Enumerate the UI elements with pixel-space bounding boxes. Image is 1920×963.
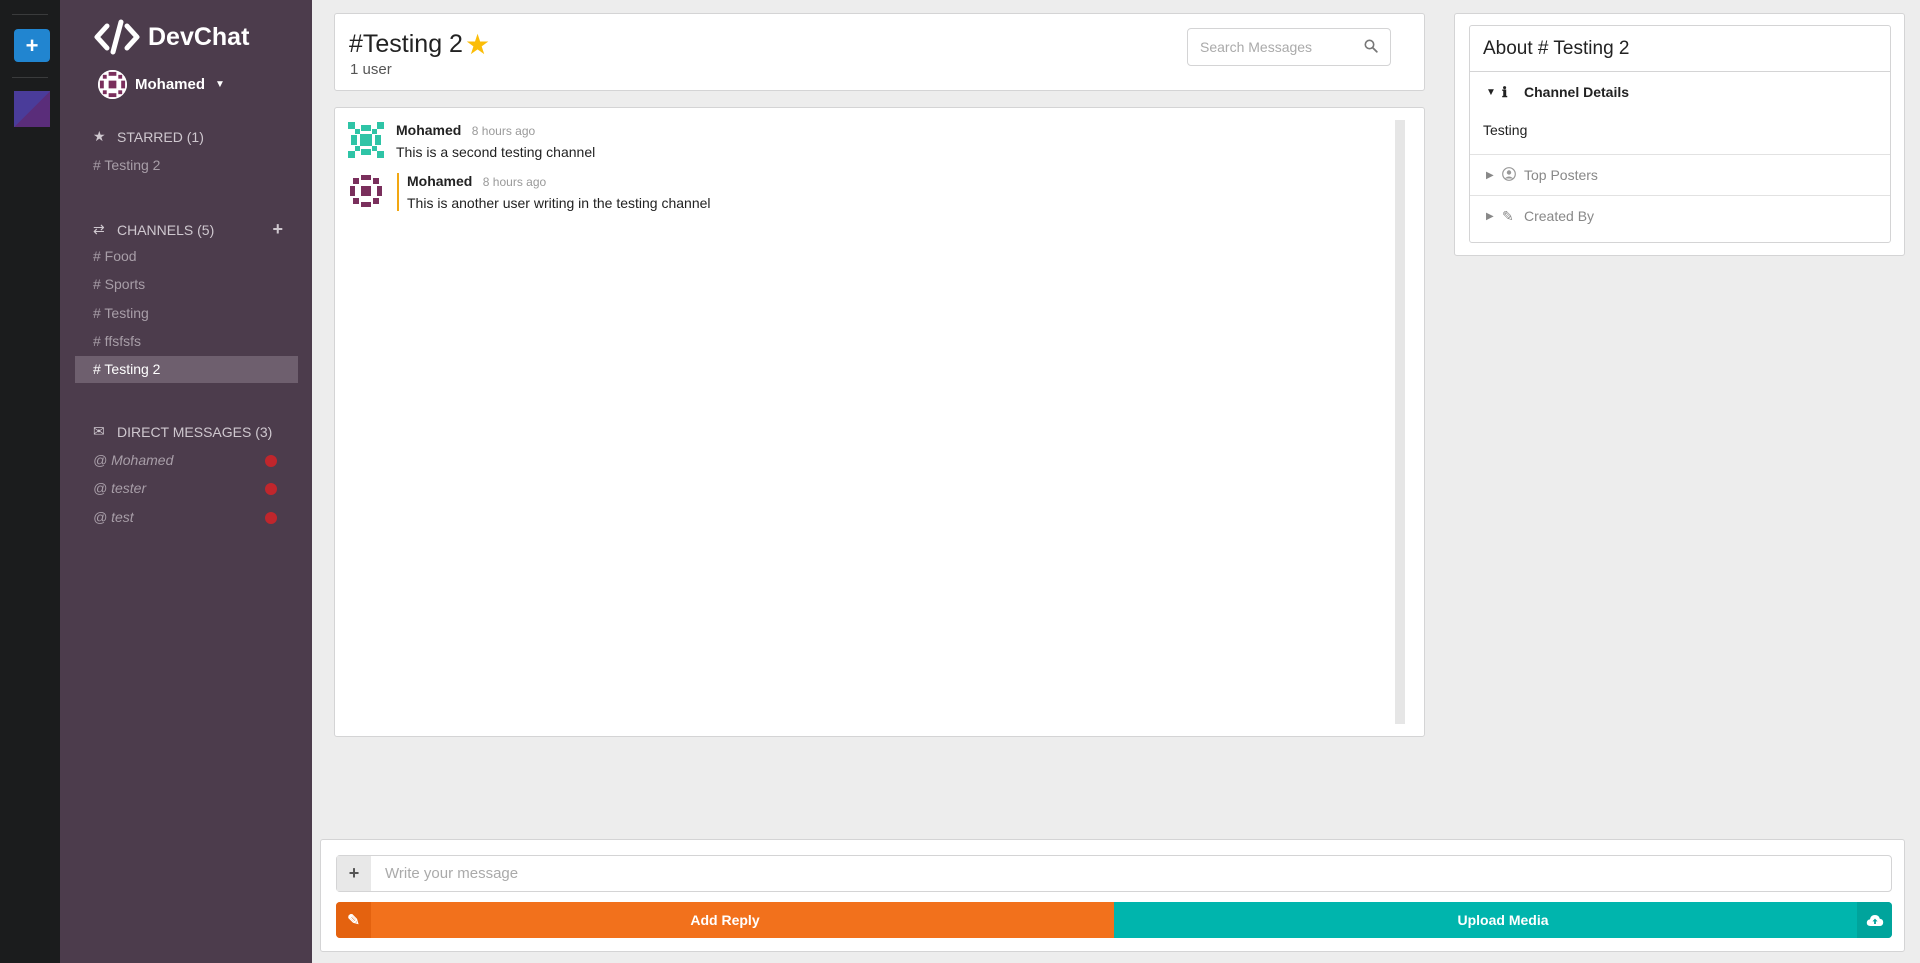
app-name: DevChat: [148, 22, 250, 51]
dm-item-tester[interactable]: @ tester: [75, 475, 298, 502]
created-by-section: ▶ ✎ Created By: [1470, 196, 1890, 236]
status-dot: [265, 455, 277, 467]
direct-messages-label: DIRECT MESSAGES (3): [117, 423, 273, 440]
cloud-upload-icon: [1857, 902, 1892, 938]
about-accordion: About # Testing 2 ▼ ℹ Channel Details Te…: [1469, 25, 1891, 243]
add-color-button[interactable]: +: [14, 29, 50, 62]
star-icon: ★: [93, 128, 106, 144]
search-icon: [1364, 39, 1378, 56]
add-icon[interactable]: +: [337, 856, 371, 891]
caret-down-icon: ▼: [1486, 86, 1496, 98]
info-icon: ℹ: [1502, 83, 1508, 100]
user-circle-icon: [1502, 166, 1520, 184]
section-label: Created By: [1524, 208, 1595, 224]
add-channel-icon[interactable]: +: [272, 219, 283, 240]
channel-item-label: # ffsfsfs: [93, 333, 141, 349]
status-dot: [265, 512, 277, 524]
channel-header: #Testing 2 ★ 1 user Search Messages: [334, 13, 1425, 91]
channel-item-label: # Testing: [93, 305, 149, 321]
add-reply-label: Add Reply: [690, 912, 760, 928]
channel-item-label: # Testing 2: [93, 361, 161, 377]
theme-swatch[interactable]: [14, 91, 50, 127]
about-title: About # Testing 2: [1470, 26, 1890, 72]
channels-header: ⇄ CHANNELS (5) +: [93, 219, 283, 240]
channel-details-section: ▼ ℹ Channel Details Testing: [1470, 72, 1890, 155]
status-dot: [265, 483, 277, 495]
message-text: This is a second testing channel: [396, 144, 596, 160]
user-name: Mohamed: [135, 76, 206, 93]
message-input[interactable]: + Write your message: [336, 855, 1892, 892]
direct-messages-header: ✉ DIRECT MESSAGES (3): [93, 423, 283, 440]
top-posters-toggle[interactable]: ▶ Top Posters: [1470, 155, 1890, 195]
rail-divider: [12, 77, 48, 78]
top-posters-section: ▶ Top Posters: [1470, 155, 1890, 196]
dm-item-test[interactable]: @ test: [75, 504, 298, 531]
channel-item-testing[interactable]: # Testing: [75, 300, 298, 327]
channel-item-label: # Sports: [93, 276, 146, 292]
rail-divider: [12, 14, 48, 15]
message-time: 8 hours ago: [482, 175, 547, 189]
mail-icon: ✉: [93, 423, 105, 439]
avatar: [98, 70, 127, 99]
message-author: Mohamed: [396, 122, 462, 138]
caret-down-icon: ▼: [215, 79, 225, 90]
avatar: [348, 173, 384, 209]
message-time: 8 hours ago: [471, 124, 536, 138]
caret-right-icon: ▶: [1486, 210, 1494, 222]
channel-details-toggle[interactable]: ▼ ℹ Channel Details: [1470, 72, 1890, 112]
channel-item-testing-2[interactable]: # Testing 2: [75, 356, 298, 383]
code-icon: [94, 19, 140, 55]
channels-label: CHANNELS (5): [117, 221, 215, 238]
user-dropdown[interactable]: Mohamed ▼: [98, 70, 225, 99]
edit-icon: ✎: [336, 902, 371, 938]
workspace-rail: +: [0, 0, 60, 963]
user-count: 1 user: [350, 61, 392, 78]
sidebar: DevChat Mohamed ▼ ★ STARRED (1) # Testin…: [60, 0, 312, 963]
created-by-toggle[interactable]: ▶ ✎ Created By: [1470, 196, 1890, 236]
channel-item-sports[interactable]: # Sports: [75, 271, 298, 298]
message-composer: + Write your message ✎ Add Reply Upload …: [320, 839, 1905, 952]
dm-item-label: @ test: [93, 509, 134, 525]
about-panel: About # Testing 2 ▼ ℹ Channel Details Te…: [1454, 13, 1905, 256]
upload-media-label: Upload Media: [1457, 912, 1549, 928]
messages-panel: Mohamed 8 hours ago This is a second tes…: [334, 107, 1425, 737]
app-brand: DevChat: [94, 18, 249, 56]
upload-media-button[interactable]: Upload Media: [1114, 902, 1892, 938]
caret-right-icon: ▶: [1486, 169, 1494, 181]
channel-title-text: #Testing 2: [349, 30, 463, 58]
channel-title: #Testing 2 ★: [349, 28, 490, 61]
channel-item-food[interactable]: # Food: [75, 243, 298, 270]
starred-item-label: # Testing 2: [93, 157, 161, 173]
add-reply-button[interactable]: ✎ Add Reply: [336, 902, 1114, 938]
messages-scrollbar[interactable]: [1395, 120, 1405, 724]
message-text: This is another user writing in the test…: [407, 195, 711, 211]
dm-item-label: @ Mohamed: [93, 452, 174, 468]
search-placeholder: Search Messages: [1200, 39, 1313, 55]
section-label: Channel Details: [1524, 84, 1630, 100]
channel-item-ffsfsfs[interactable]: # ffsfsfs: [75, 328, 298, 355]
pencil-icon: ✎: [1502, 207, 1514, 224]
starred-item[interactable]: # Testing 2: [75, 152, 298, 179]
channel-item-label: # Food: [93, 248, 137, 264]
message-placeholder: Write your message: [385, 865, 519, 882]
section-label: Top Posters: [1524, 167, 1598, 183]
channel-details-content: Testing: [1483, 122, 1528, 138]
message-item: Mohamed 8 hours ago This is another user…: [348, 173, 711, 211]
star-icon[interactable]: ★: [465, 28, 490, 61]
dm-item-label: @ tester: [93, 480, 147, 496]
starred-header: ★ STARRED (1): [93, 128, 283, 145]
message-author: Mohamed: [407, 173, 473, 189]
exchange-icon: ⇄: [93, 221, 105, 237]
dm-item-mohamed[interactable]: @ Mohamed: [75, 447, 298, 474]
starred-label: STARRED (1): [117, 128, 204, 145]
message-item: Mohamed 8 hours ago This is a second tes…: [348, 122, 595, 160]
search-input[interactable]: Search Messages: [1187, 28, 1391, 66]
avatar: [348, 122, 384, 158]
